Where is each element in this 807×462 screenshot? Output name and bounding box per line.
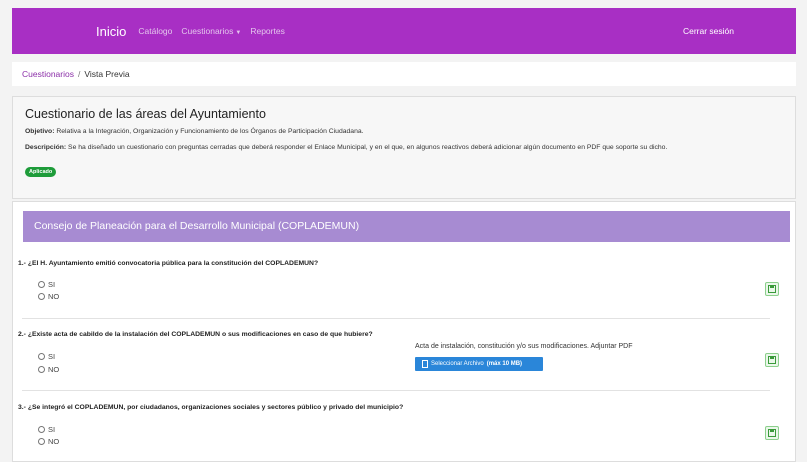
question-1-option-no[interactable]: NO — [38, 292, 59, 301]
description-text: Descripción: Se ha diseñado un cuestiona… — [25, 144, 783, 151]
question-3-option-no[interactable]: NO — [38, 437, 59, 446]
attachment-label: Acta de instalación, constitución y/o su… — [415, 343, 633, 350]
radio-icon[interactable] — [38, 353, 45, 360]
description-label: Descripción: — [25, 144, 67, 151]
breadcrumb-cuestionarios[interactable]: Cuestionarios — [22, 69, 74, 79]
caret-down-icon: ▼ — [235, 30, 242, 36]
question-3-option-si[interactable]: SI — [38, 425, 55, 434]
question-2-save-button[interactable] — [765, 353, 779, 367]
objective-label: Objetivo: — [25, 128, 55, 135]
logout-link[interactable]: Cerrar sesión — [683, 26, 734, 36]
objective-text: Objetivo: Relativa a la Integración, Org… — [25, 128, 783, 135]
option-label: NO — [48, 437, 60, 446]
question-3-title: 3.- ¿Se integró el COPLADEMUN, por ciuda… — [18, 404, 404, 411]
status-badge: Aplicado — [25, 167, 57, 177]
question-2-option-si[interactable]: SI — [38, 352, 55, 361]
question-1: 1.- ¿El H. Ayuntamiento emitió convocato… — [18, 260, 770, 267]
question-divider — [22, 390, 770, 391]
question-divider — [22, 318, 770, 319]
page-title: Cuestionario de las áreas del Ayuntamien… — [25, 107, 266, 121]
question-3: 3.- ¿Se integró el COPLADEMUN, por ciuda… — [18, 404, 770, 411]
file-icon — [422, 360, 428, 368]
questionnaire-header: Cuestionario de las áreas del Ayuntamien… — [12, 96, 796, 199]
question-2: 2.- ¿Existe acta de cabildo de la instal… — [18, 331, 770, 338]
top-navbar: Inicio Catálogo Cuestionarios ▼ Reportes … — [12, 8, 796, 54]
select-file-label: Seleccionar Archivo — [431, 361, 484, 367]
select-file-button[interactable]: Seleccionar Archivo (máx 10 MB) — [415, 357, 543, 371]
breadcrumb-separator: / — [77, 69, 81, 79]
radio-icon[interactable] — [38, 366, 45, 373]
nav-brand-home[interactable]: Inicio — [96, 24, 126, 39]
file-size-limit: (máx 10 MB) — [486, 361, 523, 367]
option-label: SI — [48, 425, 56, 434]
question-3-save-button[interactable] — [765, 426, 779, 440]
radio-icon[interactable] — [38, 281, 45, 288]
radio-icon[interactable] — [38, 426, 45, 433]
save-icon — [768, 356, 776, 364]
section-title: Consejo de Planeación para el Desarrollo… — [23, 211, 790, 242]
question-1-title: 1.- ¿El H. Ayuntamiento emitió convocato… — [18, 260, 319, 267]
question-2-title: 2.- ¿Existe acta de cabildo de la instal… — [18, 331, 373, 338]
nav-link-reportes[interactable]: Reportes — [250, 26, 285, 36]
option-label: NO — [48, 365, 60, 374]
option-label: NO — [48, 292, 60, 301]
option-label: SI — [48, 352, 56, 361]
save-icon — [768, 285, 776, 293]
breadcrumb: Cuestionarios / Vista Previa — [12, 62, 796, 86]
nav-link-cuestionarios-label: Cuestionarios — [181, 26, 234, 36]
question-1-option-si[interactable]: SI — [38, 280, 55, 289]
option-label: SI — [48, 280, 56, 289]
question-1-save-button[interactable] — [765, 282, 779, 296]
description-value: Se ha diseñado un cuestionario con pregu… — [66, 144, 668, 151]
radio-icon[interactable] — [38, 438, 45, 445]
radio-icon[interactable] — [38, 293, 45, 300]
breadcrumb-current: Vista Previa — [84, 69, 130, 79]
objective-value: Relativa a la Integración, Organización … — [54, 128, 364, 135]
question-2-option-no[interactable]: NO — [38, 365, 59, 374]
save-icon — [768, 429, 776, 437]
nav-link-cuestionarios[interactable]: Cuestionarios ▼ — [181, 26, 241, 36]
nav-link-catalogo[interactable]: Catálogo — [138, 26, 172, 36]
